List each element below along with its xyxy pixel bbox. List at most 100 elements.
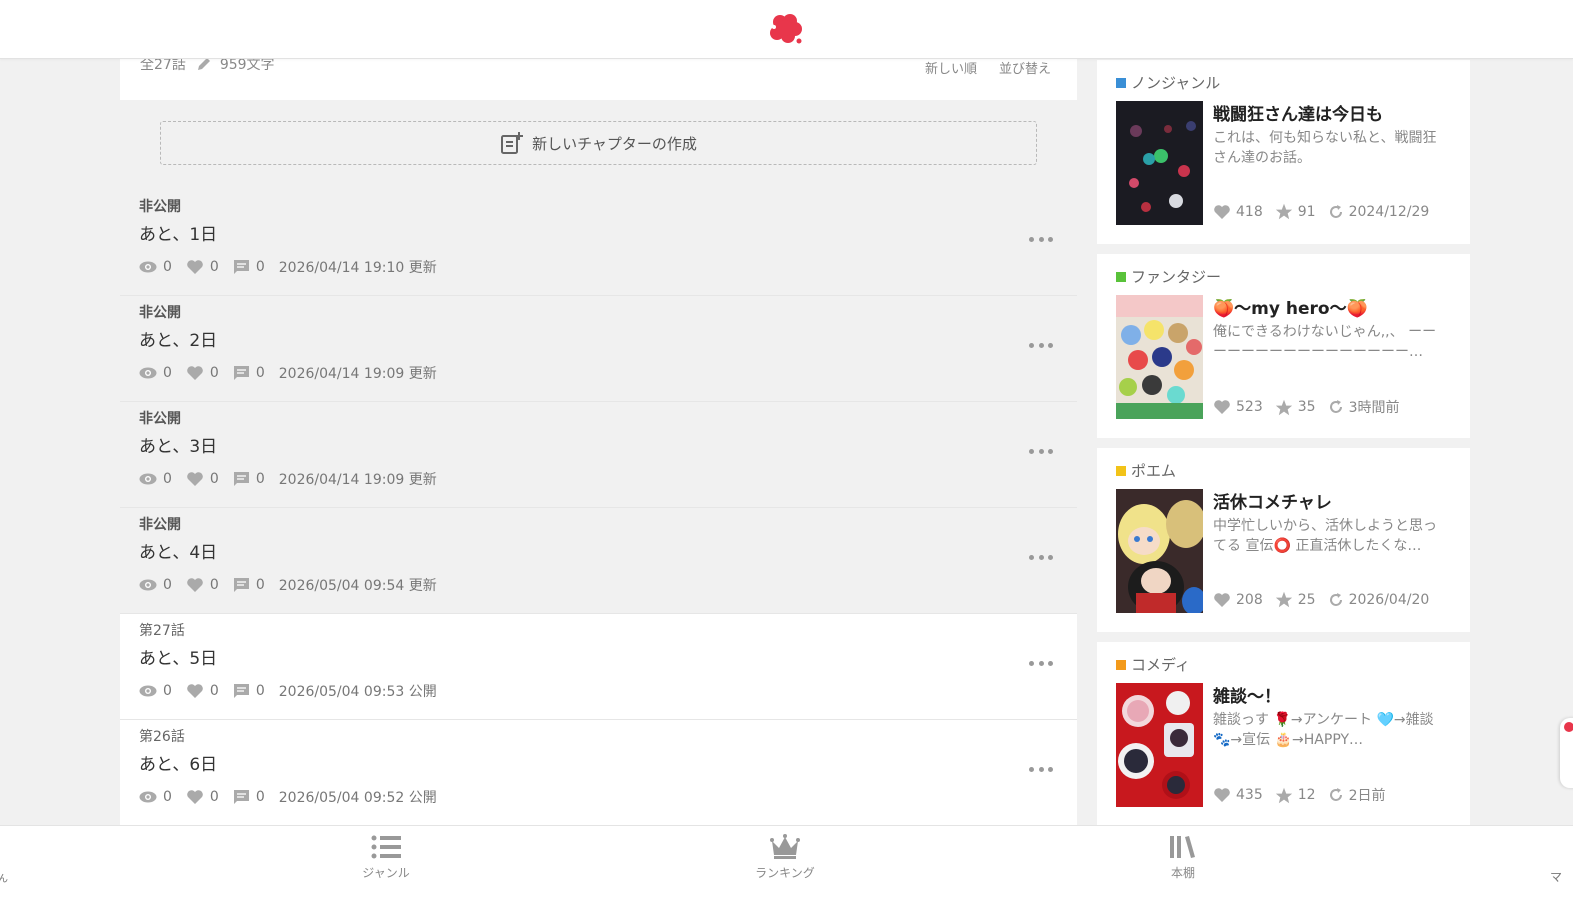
create-chapter-button[interactable]: 新しいチャプターの作成 — [160, 121, 1037, 165]
chapter-stats: 0 0 0 2026/04/14 19:09 更新 — [139, 363, 437, 383]
floating-edge-button[interactable] — [1560, 718, 1573, 788]
view-count: 0 — [163, 683, 172, 699]
chapter-status: 第27話 — [139, 623, 185, 639]
refresh-icon — [1329, 204, 1342, 218]
star-icon — [1275, 787, 1292, 803]
chapter-row[interactable]: 非公開 あと、1日 0 0 0 2026/04/14 19:10 更新 — [120, 190, 1077, 296]
flower-logo-icon[interactable] — [764, 9, 808, 49]
chapter-stats: 0 0 0 2026/05/04 09:52 公開 — [139, 787, 437, 807]
chapter-title[interactable]: あと、5日 — [139, 644, 217, 669]
updated-date: 3時間前 — [1348, 400, 1400, 416]
heart-icon — [187, 578, 203, 592]
add-document-icon — [501, 132, 524, 154]
chapter-status: 非公開 — [139, 305, 181, 321]
nav-edge-left-label[interactable]: ん — [0, 870, 8, 885]
more-menu-icon[interactable] — [1029, 446, 1053, 456]
story-thumbnail[interactable] — [1116, 683, 1203, 807]
chapter-status: 第26話 — [139, 729, 185, 745]
more-menu-icon[interactable] — [1029, 764, 1053, 774]
more-menu-icon[interactable] — [1029, 552, 1053, 562]
like-count: 435 — [1236, 787, 1263, 803]
comment-count: 0 — [255, 365, 265, 381]
heart-icon — [1214, 204, 1230, 219]
chapter-stats: 0 0 0 2026/04/14 19:10 更新 — [139, 257, 437, 277]
chapter-date: 2026/05/04 09:52 公開 — [278, 790, 437, 806]
tab-genre-label: ジャンル — [362, 866, 410, 880]
like-count: 0 — [209, 577, 219, 593]
story-card[interactable]: コメディ 雑談〜！ 雑談っす 🌹→アンケート 🩵→雑談 🐾→宣伝 🎂→HAPPY… — [1097, 642, 1470, 825]
like-count: 0 — [209, 471, 219, 487]
comment-count: 0 — [255, 471, 265, 487]
tab-ranking[interactable]: ランキング — [745, 834, 825, 881]
more-menu-icon[interactable] — [1029, 234, 1053, 244]
chapter-row[interactable]: 非公開 あと、3日 0 0 0 2026/04/14 19:09 更新 — [120, 402, 1077, 508]
story-card[interactable]: ファンタジー 🍑〜my hero〜🍑 俺にできるわけないじゃん,,、 ーーーーー… — [1097, 254, 1470, 438]
comment-count: 0 — [255, 789, 265, 805]
story-card[interactable]: ノンジャンル 戦闘狂さん達は今日も これは、何も知らない私と、戦闘狂さん達のお話… — [1097, 60, 1470, 244]
chapter-title[interactable]: あと、1日 — [139, 220, 217, 245]
story-thumbnail[interactable] — [1116, 295, 1203, 419]
comment-icon — [233, 260, 249, 274]
more-menu-icon[interactable] — [1029, 340, 1053, 350]
comment-count: 0 — [255, 683, 265, 699]
chapter-date: 2026/05/04 09:53 公開 — [278, 684, 437, 700]
chapter-title[interactable]: あと、3日 — [139, 432, 217, 457]
eye-icon — [139, 473, 157, 485]
chapter-row[interactable]: 第27話 あと、5日 0 0 0 2026/05/04 09:53 公開 — [120, 614, 1077, 720]
tab-bookshelf[interactable]: 本棚 — [1143, 834, 1223, 881]
more-menu-icon[interactable] — [1029, 658, 1053, 668]
story-title[interactable]: 戦闘狂さん達は今日も — [1213, 100, 1383, 125]
reorder-button[interactable]: 並び替え — [999, 58, 1051, 77]
chapter-title[interactable]: あと、2日 — [139, 326, 217, 351]
nav-edge-right-label[interactable]: マ — [1550, 868, 1562, 885]
story-title[interactable]: 雑談〜！ — [1213, 682, 1281, 707]
story-description: 中学忙しいから、活休しようと思ってる 宣伝⭕ 正直活休したくな… — [1213, 518, 1437, 554]
comment-count: 0 — [255, 577, 265, 593]
sort-controls: 新しい順 並び替え — [925, 58, 1051, 77]
tab-bookshelf-label: 本棚 — [1170, 866, 1195, 880]
genre-label: コメディ — [1116, 654, 1190, 675]
genre-name: ノンジャンル — [1131, 74, 1221, 92]
bookshelf-icon — [1170, 836, 1195, 858]
like-count: 0 — [209, 259, 219, 275]
genre-label: ポエム — [1116, 460, 1176, 481]
story-stats: 208 25 2026/04/20 — [1213, 591, 1429, 608]
genre-color-square — [1116, 659, 1126, 670]
like-count: 0 — [209, 365, 219, 381]
star-count: 91 — [1297, 203, 1316, 220]
chapter-row[interactable]: 非公開 あと、4日 0 0 0 2026/05/04 09:54 更新 — [120, 508, 1077, 614]
story-card[interactable]: ポエム 活休コメチャレ 中学忙しいから、活休しようと思ってる 宣伝⭕ 正直活休し… — [1097, 448, 1470, 632]
chapter-status: 非公開 — [139, 411, 181, 427]
top-bar — [0, 0, 1573, 59]
like-count: 0 — [209, 789, 219, 805]
like-count: 0 — [209, 683, 219, 699]
refresh-icon — [1329, 400, 1342, 413]
story-thumbnail[interactable] — [1116, 489, 1203, 613]
comment-icon — [233, 366, 249, 380]
chapter-row[interactable]: 第26話 あと、6日 0 0 0 2026/05/04 09:52 公開 — [120, 720, 1077, 826]
chapter-date: 2026/04/14 19:09 更新 — [278, 472, 437, 488]
story-stats: 523 35 3時間前 — [1213, 397, 1399, 417]
tab-ranking-label: ランキング — [755, 866, 815, 880]
sort-newest-button[interactable]: 新しい順 — [925, 58, 977, 77]
story-title[interactable]: 🍑〜my hero〜🍑 — [1213, 294, 1368, 319]
chapter-status: 非公開 — [139, 199, 181, 215]
tab-genre[interactable]: ジャンル — [346, 834, 426, 881]
genre-name: ポエム — [1131, 462, 1177, 480]
story-description: これは、何も知らない私と、戦闘狂さん達のお話。 — [1213, 130, 1437, 166]
updated-date: 2026/04/20 — [1348, 591, 1430, 608]
story-thumbnail[interactable] — [1116, 101, 1203, 225]
chapter-date: 2026/04/14 19:10 更新 — [278, 260, 437, 276]
story-title[interactable]: 活休コメチャレ — [1213, 488, 1332, 513]
chapter-title[interactable]: あと、6日 — [139, 750, 217, 775]
heart-icon — [187, 472, 203, 486]
create-chapter-area: 新しいチャプターの作成 — [120, 100, 1077, 190]
star-icon — [1275, 591, 1292, 608]
chapter-stats: 0 0 0 2026/05/04 09:54 更新 — [139, 575, 437, 595]
create-chapter-label: 新しいチャプターの作成 — [532, 134, 697, 153]
genre-label: ファンタジー — [1116, 266, 1221, 287]
chapter-row[interactable]: 非公開 あと、2日 0 0 0 2026/04/14 19:09 更新 — [120, 296, 1077, 402]
heart-icon — [1214, 400, 1230, 414]
like-count: 523 — [1236, 399, 1263, 415]
chapter-title[interactable]: あと、4日 — [139, 538, 217, 563]
